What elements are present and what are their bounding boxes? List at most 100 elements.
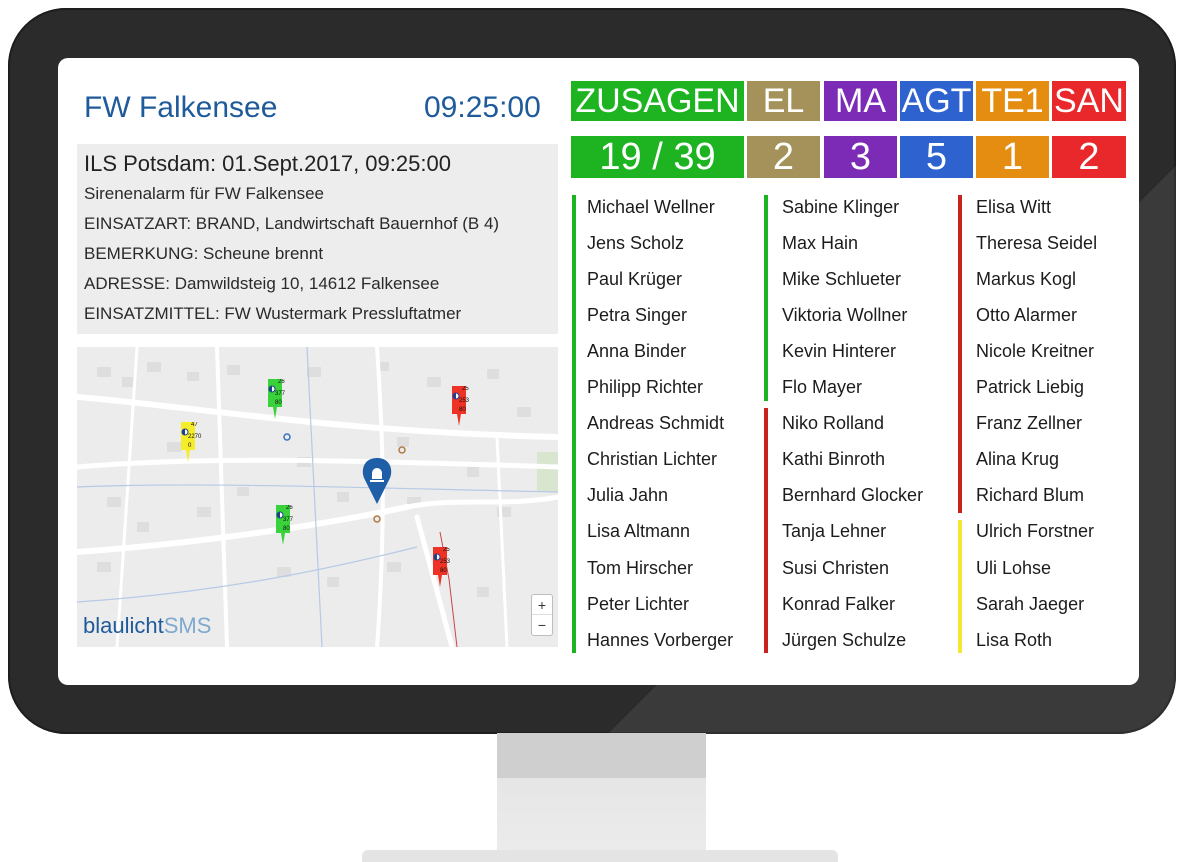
status-bar-red <box>958 195 962 513</box>
alarm-info-panel: ILS Potsdam: 01.Sept.2017, 09:25:00 Sire… <box>77 144 558 334</box>
vehicle-marker-pin: 26 377 80 <box>268 379 286 419</box>
responder-name: Bernhard Glocker <box>782 485 924 505</box>
responder-name: Lisa Altmann <box>587 521 691 541</box>
vehicle-marker-bot-label: 80 <box>275 400 282 406</box>
alarm-line-adresse: ADRESSE: Damwildsteig 10, 14612 Falkense… <box>84 274 440 293</box>
tile-ma-label: MA <box>824 81 897 121</box>
responder-name: Uli Lohse <box>976 558 1052 578</box>
tile-san-label: SAN <box>1052 81 1126 121</box>
tile-zusagen-value: 19 / 39 <box>571 136 744 178</box>
alarm-screen: FW Falkensee 09:25:00 ILS Potsdam: 01.Se… <box>58 58 1139 685</box>
responder-name: Ulrich Forstner <box>976 521 1095 541</box>
brand-logo-part2: SMS <box>163 613 212 638</box>
vehicle-marker-mid-label: 377 <box>275 391 286 397</box>
responder-name: Philipp Richter <box>587 377 704 397</box>
responder-name: Max Hain <box>782 233 859 253</box>
monitor-stand-base <box>362 850 838 862</box>
vehicle-marker-pin: 4722700 <box>181 422 202 462</box>
responder-name: Niko Rolland <box>782 413 885 433</box>
tile-te1-label: TE1 <box>976 81 1049 121</box>
tile-agt-label: AGT <box>900 81 973 121</box>
responder-name: Michael Wellner <box>587 197 715 217</box>
map-view[interactable]: 47 2270 0 26 377 80 26 377 80 25 253 80 25 253 80 … <box>77 347 558 647</box>
alarm-line-einsatzart: EINSATZART: BRAND, Landwirtschaft Bauern… <box>84 214 500 233</box>
vehicle-marker-top-label: 26 <box>278 379 285 385</box>
vehicle-marker-top-label: 25 <box>443 547 450 553</box>
responder-name: Paul Krüger <box>587 269 683 289</box>
tile-san-value: 2 <box>1052 136 1126 178</box>
monitor-stand <box>497 733 706 857</box>
responder-name: Flo Mayer <box>782 377 863 397</box>
responder-name: Richard Blum <box>976 485 1085 505</box>
vehicle-marker-pin: 26 377 80 <box>276 505 294 545</box>
responder-name: Julia Jahn <box>587 485 669 505</box>
vehicle-marker[interactable]: 26 377 80 <box>268 379 286 419</box>
vehicle-marker-bot-label: 80 <box>440 568 447 574</box>
tile-zusagen-label: ZUSAGEN <box>571 81 744 121</box>
station-title: FW Falkensee <box>84 91 278 124</box>
alarm-line-bemerkung: BEMERKUNG: Scheune brennt <box>84 244 324 263</box>
clock: 09:25:00 <box>424 91 541 124</box>
vehicle-marker-mid-label: 253 <box>459 398 470 404</box>
vehicle-marker-pin: 25 253 80 <box>452 386 470 426</box>
map-zoom-control: + − <box>531 594 553 636</box>
zoom-in-button[interactable]: + <box>532 595 552 615</box>
status-bar-red <box>764 408 768 653</box>
responder-name: Petra Singer <box>587 305 688 325</box>
responder-name: Sabine Klinger <box>782 197 900 217</box>
responder-name: Andreas Schmidt <box>587 413 725 433</box>
tile-el-label: EL <box>747 81 820 121</box>
responder-name: Mike Schlueter <box>782 269 902 289</box>
vehicle-marker-mid-label: 253 <box>440 559 451 565</box>
vehicle-marker[interactable]: 47 2270 0 <box>181 422 202 462</box>
responder-name: Sarah Jaeger <box>976 594 1085 614</box>
responder-name: Kathi Binroth <box>782 449 886 469</box>
vehicle-marker-bot-label: 80 <box>283 526 290 532</box>
vehicle-marker-pin: 25 253 80 <box>433 547 451 587</box>
vehicle-marker-top-label: 26 <box>286 505 293 511</box>
map-streets <box>77 347 558 647</box>
vehicle-marker-top-label: 47 <box>191 422 198 428</box>
responder-name: Viktoria Wollner <box>782 305 908 325</box>
responder-name: Otto Alarmer <box>976 305 1078 325</box>
brand-logo-part1: blaulicht <box>83 613 164 638</box>
responder-name: Christian Lichter <box>587 449 718 469</box>
vehicle-marker[interactable]: 26 377 80 <box>276 505 294 545</box>
responder-name: Jens Scholz <box>587 233 685 253</box>
tile-ma-value: 3 <box>824 136 897 178</box>
responder-name: Tom Hirscher <box>587 558 694 578</box>
vehicle-marker[interactable]: 25 253 80 <box>452 386 470 426</box>
responder-name: Anna Binder <box>587 341 687 361</box>
tile-te1-value: 1 <box>976 136 1049 178</box>
responder-name: Hannes Vorberger <box>587 630 734 650</box>
status-bar-yellow <box>958 520 962 653</box>
zoom-out-button[interactable]: − <box>532 615 552 635</box>
responder-name: Theresa Seidel <box>976 233 1098 253</box>
tile-el-value: 2 <box>747 136 820 178</box>
responder-name: Alina Krug <box>976 449 1060 469</box>
responder-name: Franz Zellner <box>976 413 1083 433</box>
vehicle-marker-bot-label: 80 <box>459 407 466 413</box>
responder-name: Markus Kogl <box>976 269 1077 289</box>
responder-name: Konrad Falker <box>782 594 896 614</box>
responder-name: Nicole Kreitner <box>976 341 1095 361</box>
responder-name: Susi Christen <box>782 558 890 578</box>
responder-name: Kevin Hinterer <box>782 341 897 361</box>
alarm-line-einsatzmittel: EINSATZMITTEL: FW Wustermark Pressluftat… <box>84 304 462 323</box>
alarm-line-sirene: Sirenenalarm für FW Falkensee <box>84 184 324 203</box>
vehicle-marker-mid-label: 377 <box>283 517 294 523</box>
vehicle-marker-mid-label: 2270 <box>188 434 202 440</box>
status-bar-green <box>764 195 768 401</box>
status-bar-green <box>572 195 576 653</box>
responder-name: Peter Lichter <box>587 594 690 614</box>
alarm-headline: ILS Potsdam: 01.Sept.2017, 09:25:00 <box>84 151 451 176</box>
responder-name: Elisa Witt <box>976 197 1052 217</box>
responder-name: Tanja Lehner <box>782 521 887 541</box>
responder-name: Patrick Liebig <box>976 377 1085 397</box>
tile-agt-value: 5 <box>900 136 973 178</box>
responder-name: Lisa Roth <box>976 630 1053 650</box>
responder-name: Jürgen Schulze <box>782 630 907 650</box>
vehicle-marker-top-label: 25 <box>462 386 469 392</box>
brand-logo: blaulichtSMS <box>83 613 211 639</box>
vehicle-marker[interactable]: 25 253 80 <box>433 547 451 587</box>
